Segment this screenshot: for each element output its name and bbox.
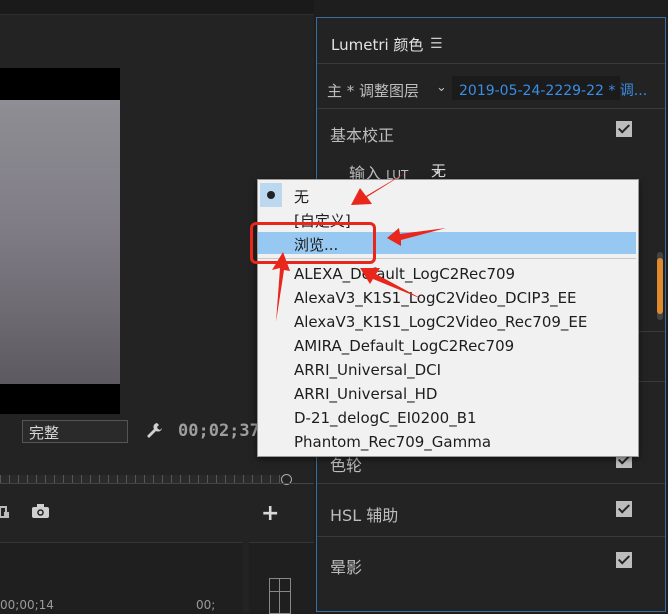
annotation-arrows [272,170,446,322]
annotation-arrow-top [351,170,410,205]
annotation-arrow-right [387,228,446,246]
annotation-arrow-lower [360,268,422,299]
annotation-arrow-left [272,252,290,322]
